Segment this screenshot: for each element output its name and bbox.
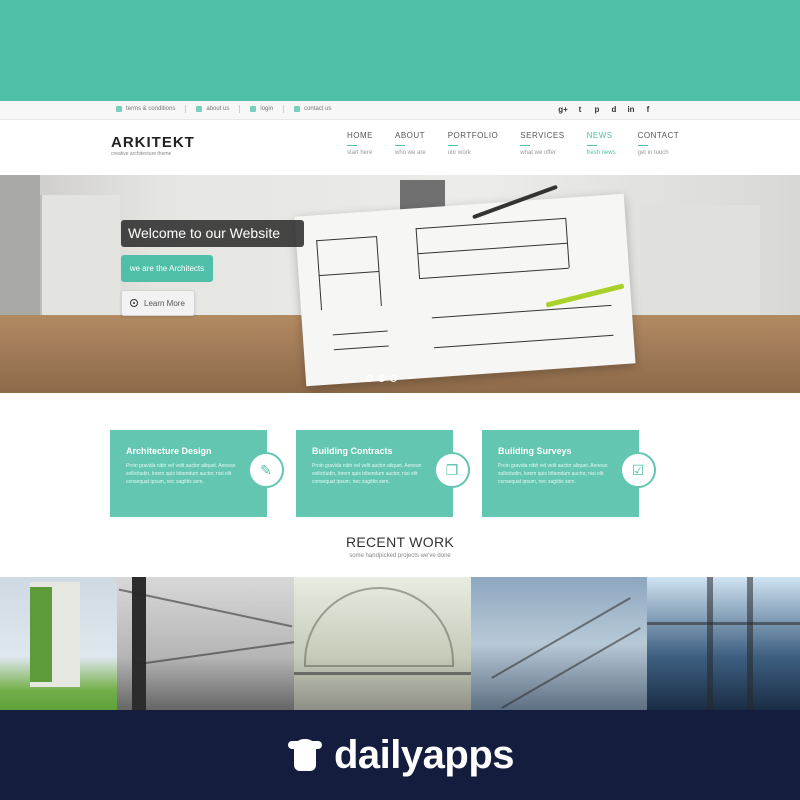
about-us-link[interactable]: about us bbox=[196, 105, 241, 113]
recent-work-section: RECENT WORK some handpicked projects we'… bbox=[0, 534, 800, 559]
project-thumbnail[interactable] bbox=[117, 577, 294, 710]
edit-icon: ✎ bbox=[248, 452, 284, 488]
feature-cards: Architecture Design Proin gravida nibh v… bbox=[110, 430, 656, 517]
hero-title: Welcome to our Website bbox=[121, 220, 304, 247]
nav-about[interactable]: ABOUT who we are bbox=[395, 131, 426, 156]
copy-icon: ❐ bbox=[434, 452, 470, 488]
blueprint-image bbox=[294, 193, 636, 387]
contact-us-link[interactable]: contact us bbox=[294, 106, 331, 112]
feature-card-building-surveys[interactable]: Building Surveys Proin gravida nibh vel … bbox=[482, 430, 656, 517]
project-thumbnail[interactable] bbox=[294, 577, 471, 710]
logo-subtitle: creative architecture theme bbox=[111, 151, 172, 157]
feature-card-architecture-design[interactable]: Architecture Design Proin gravida nibh v… bbox=[110, 430, 284, 517]
play-circle-icon bbox=[130, 299, 138, 307]
top-color-band bbox=[0, 0, 800, 101]
nav-home[interactable]: HOME start here bbox=[347, 131, 373, 156]
nav-news[interactable]: NEWS fresh news bbox=[586, 131, 616, 156]
learn-more-button[interactable]: Learn More bbox=[121, 290, 195, 316]
slider-dot-active[interactable] bbox=[378, 375, 385, 382]
checkbox-icon: ☑ bbox=[620, 452, 656, 488]
lock-icon bbox=[250, 106, 257, 112]
pinterest-icon[interactable]: p bbox=[590, 104, 604, 116]
feature-card-building-contracts[interactable]: Building Contracts Proin gravida nibh ve… bbox=[296, 430, 470, 517]
recent-work-title: RECENT WORK bbox=[345, 534, 455, 550]
terms-link[interactable]: terms & conditions bbox=[116, 105, 187, 113]
site-logo[interactable]: ARKITEKT creative architecture theme bbox=[111, 135, 195, 157]
linkedin-icon[interactable]: in bbox=[624, 104, 638, 116]
google-plus-icon[interactable]: g+ bbox=[556, 104, 570, 116]
footer-banner: dailyapps bbox=[0, 710, 800, 800]
nav-portfolio[interactable]: PORTFOLIO our work bbox=[447, 131, 499, 156]
document-icon bbox=[116, 106, 122, 112]
recent-work-subtitle: some handpicked projects we've done bbox=[349, 553, 451, 559]
facebook-icon[interactable]: f bbox=[641, 104, 655, 116]
social-links: g+ t p d in f bbox=[556, 104, 658, 116]
dribbble-icon[interactable]: d bbox=[607, 104, 621, 116]
slider-dot[interactable] bbox=[390, 375, 397, 382]
mail-icon bbox=[294, 106, 301, 112]
main-nav: HOME start here ABOUT who we are PORTFOL… bbox=[347, 131, 701, 156]
nav-contact[interactable]: CONTACT get in touch bbox=[637, 131, 680, 156]
utility-links: terms & conditions about us login contac… bbox=[116, 105, 341, 113]
hero-subtitle: we are the Architects bbox=[121, 255, 213, 282]
dailyapps-logo-icon bbox=[286, 735, 326, 775]
project-thumbnail[interactable] bbox=[0, 577, 117, 710]
login-link[interactable]: login bbox=[250, 105, 285, 113]
slider-dot[interactable] bbox=[366, 375, 373, 382]
project-thumbnail[interactable] bbox=[471, 577, 647, 710]
slider-dots bbox=[366, 375, 402, 382]
logo-title: ARKITEKT bbox=[111, 134, 195, 151]
info-icon bbox=[196, 106, 203, 112]
hero-slider bbox=[0, 175, 800, 393]
twitter-icon[interactable]: t bbox=[573, 104, 587, 116]
project-gallery bbox=[0, 577, 800, 710]
project-thumbnail[interactable] bbox=[647, 577, 800, 710]
nav-services[interactable]: SERVICES what we offer bbox=[520, 131, 564, 156]
footer-brand: dailyapps bbox=[333, 732, 515, 777]
top-utility-bar: terms & conditions about us login contac… bbox=[0, 101, 800, 120]
